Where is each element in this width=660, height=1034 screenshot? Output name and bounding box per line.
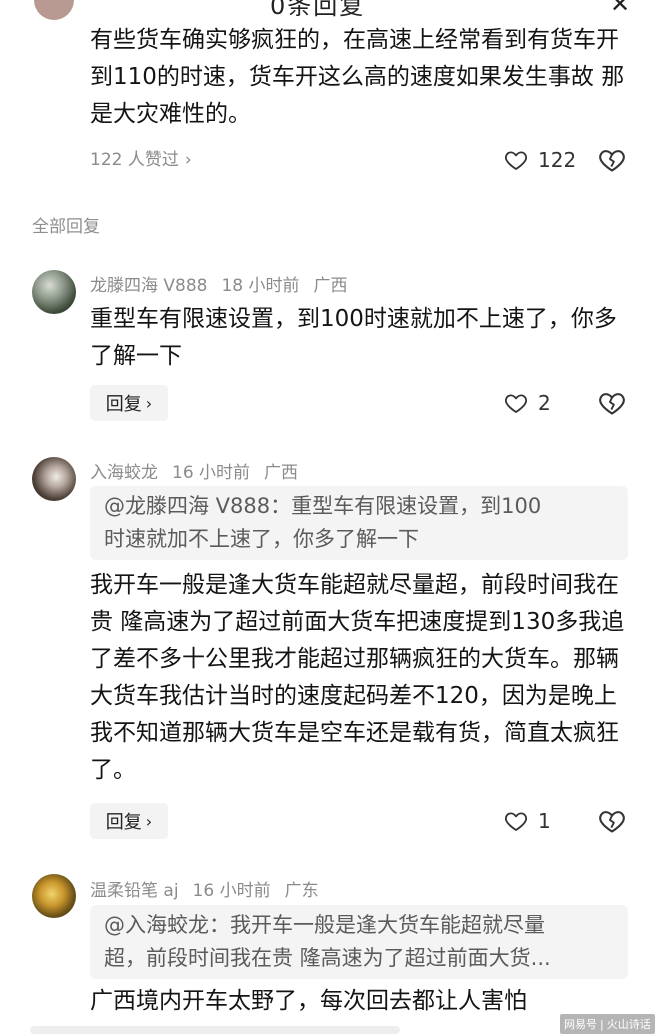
main-comment-text: 有些货车确实够疯狂的，在高速上经常看到有货车开到110的时速，货车开这么高的速度…	[90, 27, 625, 127]
region: 广东	[284, 881, 319, 901]
broken-heart-icon[interactable]	[598, 807, 626, 835]
chevron-right-icon: ›	[184, 150, 192, 170]
like-count: 122	[538, 148, 577, 172]
main-comment-actions: 122 人赞过 › 122	[0, 144, 660, 176]
reply-meta: 龙滕四海 V888 18 小时前 广西	[90, 271, 362, 296]
broken-heart-icon[interactable]	[598, 146, 626, 174]
page-title: 0条回复	[270, 0, 366, 20]
quote-line: @入海蛟龙：我开车一般是逢大货车能超就尽量	[104, 913, 545, 937]
reply-button-label: 回复	[105, 812, 142, 833]
top-bar: 0条回复 ✕	[0, 0, 660, 20]
quoted-comment[interactable]: @入海蛟龙：我开车一般是逢大货车能超就尽量 超，前段时间我在贵 隆高速为了超过前…	[90, 905, 628, 979]
heart-outline-icon	[505, 394, 527, 413]
heart-outline-icon	[505, 151, 527, 170]
likes-link-label: 122 人赞过	[90, 150, 179, 170]
reply-button[interactable]: 回复 ›	[90, 385, 168, 421]
avatar[interactable]	[34, 0, 74, 20]
chevron-right-icon: ›	[145, 393, 153, 413]
region: 广西	[313, 276, 348, 296]
watermark-right: 火山诗话	[606, 1018, 651, 1031]
avatar[interactable]	[32, 270, 76, 314]
author-name[interactable]: 龙滕四海 V888	[90, 276, 207, 296]
region: 广西	[264, 463, 299, 483]
quote-line: @龙滕四海 V888：重型车有限速设置，到100	[104, 494, 542, 518]
bottom-input-bar[interactable]	[30, 1026, 400, 1034]
timestamp: 16 小时前	[172, 463, 251, 483]
timestamp: 18 小时前	[221, 276, 300, 296]
chevron-right-icon: ›	[145, 811, 153, 831]
quote-line: 超，前段时间我在贵 隆高速为了超过前面大货...	[104, 946, 551, 970]
like-button[interactable]: 1	[504, 807, 551, 835]
reply-text: 重型车有限速设置，到100时速就加不上速了，你多了解一下	[90, 306, 617, 369]
reply-text: 我开车一般是逢大货车能超就尽量超，前段时间我在贵 隆高速为了超过前面大货车把速度…	[90, 572, 625, 783]
divider: |	[600, 1018, 604, 1031]
reply-button[interactable]: 回复 ›	[90, 803, 168, 839]
like-count: 1	[538, 809, 551, 833]
broken-heart-icon[interactable]	[598, 389, 626, 417]
timestamp: 16 小时前	[192, 881, 271, 901]
reply-text: 广西境内开车太野了，每次回去都让人害怕	[90, 988, 527, 1014]
avatar[interactable]	[32, 874, 76, 918]
section-label: 全部回复	[32, 217, 100, 237]
author-name[interactable]: 温柔铅笔 aj	[90, 881, 179, 901]
likes-link[interactable]: 122 人赞过 ›	[90, 144, 192, 176]
reply-meta: 入海蛟龙 16 小时前 广西	[90, 458, 312, 483]
author-name[interactable]: 入海蛟龙	[90, 463, 158, 483]
avatar[interactable]	[32, 457, 76, 501]
reply-meta: 温柔铅笔 aj 16 小时前 广东	[90, 876, 333, 901]
quoted-comment[interactable]: @龙滕四海 V888：重型车有限速设置，到100 时速就加不上速了，你多了解一下	[90, 486, 628, 560]
watermark: 网易号 | 火山诗话	[560, 1014, 655, 1034]
like-button[interactable]: 122	[504, 146, 576, 174]
heart-outline-icon	[505, 812, 527, 831]
reply-button-label: 回复	[105, 394, 142, 415]
like-button[interactable]: 2	[504, 389, 551, 417]
watermark-left: 网易号	[564, 1018, 597, 1031]
close-icon[interactable]: ✕	[610, 0, 630, 18]
quote-line: 时速就加不上速了，你多了解一下	[104, 527, 419, 551]
like-count: 2	[538, 391, 551, 415]
